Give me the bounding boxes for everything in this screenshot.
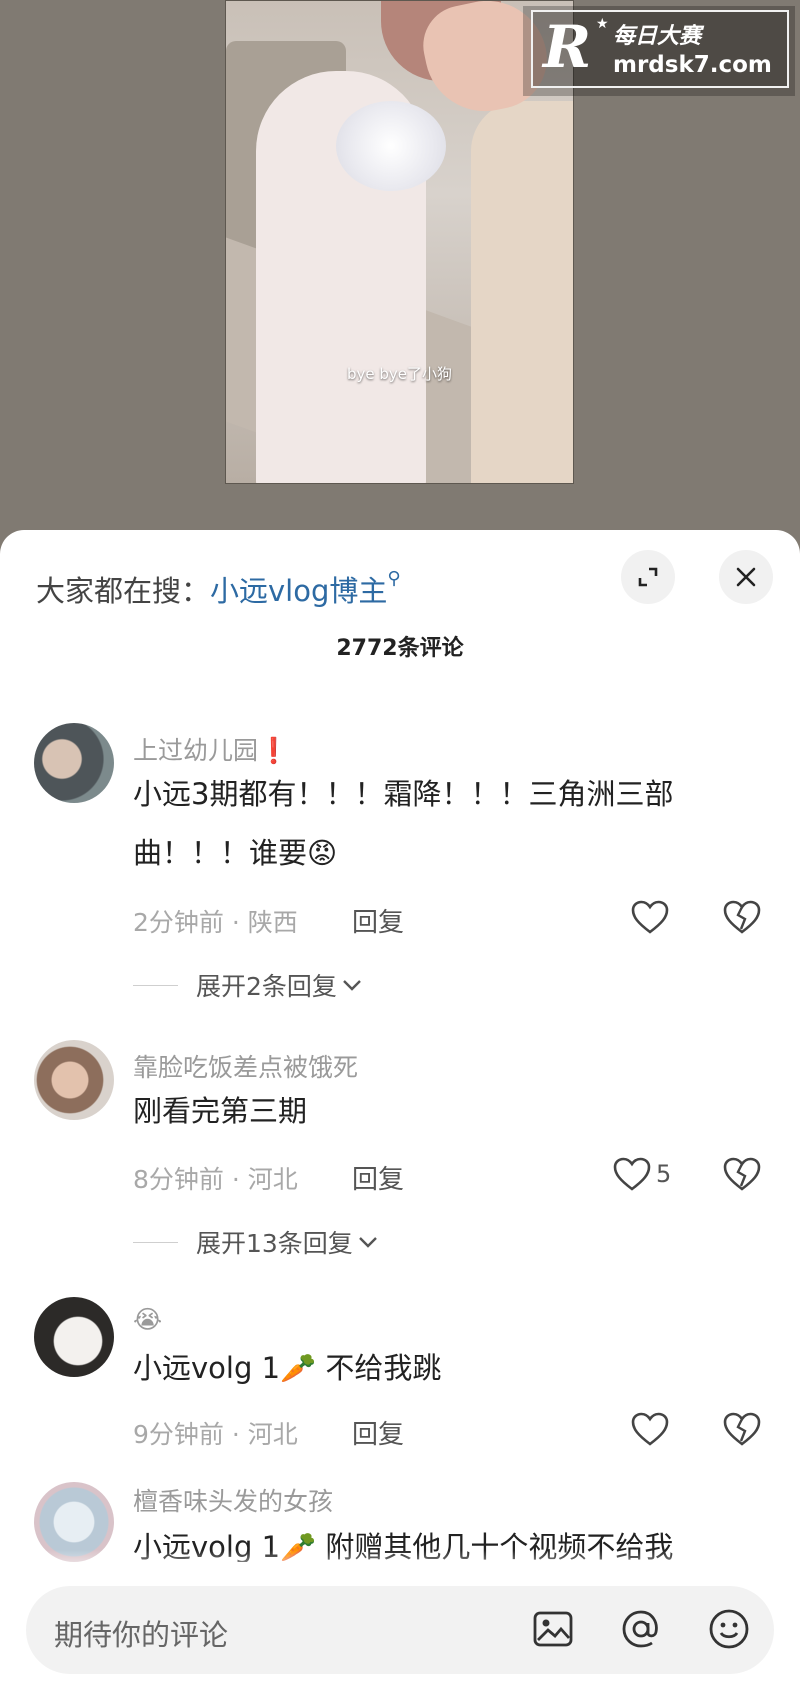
at-icon <box>622 1610 658 1648</box>
image-icon <box>533 1611 573 1647</box>
avatar[interactable] <box>34 1297 114 1377</box>
heart-icon <box>613 1157 651 1191</box>
comment-username[interactable]: 😭 <box>133 1305 162 1334</box>
expand-icon <box>638 567 658 587</box>
avatar[interactable] <box>34 1040 114 1120</box>
dislike-button[interactable] <box>722 1411 762 1451</box>
smiley-icon <box>709 1609 749 1649</box>
broken-heart-icon <box>723 1412 761 1446</box>
avatar[interactable] <box>34 723 114 803</box>
heart-icon <box>631 1412 669 1446</box>
expand-replies-label: 展开13条回复 <box>196 1229 353 1258</box>
dislike-button[interactable] <box>722 1156 762 1196</box>
search-prefix: 大家都在搜： <box>36 574 211 608</box>
heart-icon <box>631 900 669 934</box>
comment-text[interactable]: 小远3期都有！！！霜降！！！三角洲三部曲！！！谁要😡 <box>133 765 713 883</box>
comment-text[interactable]: 小远volg 1🥕 不给我跳 <box>133 1339 713 1398</box>
chevron-down-icon <box>343 980 361 991</box>
reply-button[interactable]: 回复 <box>352 902 404 939</box>
search-keyword[interactable]: 小远vlog博主 <box>210 574 387 608</box>
watermark-letter: R <box>543 13 592 81</box>
comment-sheet: 大家都在搜：小远vlog博主⚲ 2772条评论 上过幼儿园❗ 小远3期都有！！！… <box>0 530 800 1692</box>
video-arm <box>471 101 573 483</box>
mention-button[interactable] <box>618 1606 664 1652</box>
reply-button[interactable]: 回复 <box>352 1159 404 1196</box>
divider-line <box>133 1241 178 1243</box>
expand-replies-button[interactable]: 展开13条回复 <box>133 1224 379 1260</box>
like-button[interactable]: 5 <box>612 1156 671 1192</box>
comment-username[interactable]: 檀香味头发的女孩 <box>133 1482 333 1518</box>
watermark-logo: R ★ 每日大赛 mrdsk7.com <box>523 6 795 96</box>
search-suggestion[interactable]: 大家都在搜：小远vlog博主⚲ <box>36 568 401 610</box>
search-icon: ⚲ <box>387 568 401 589</box>
chevron-down-icon <box>358 1237 377 1248</box>
expand-button[interactable] <box>621 550 675 604</box>
comment-meta: 9分钟前 · 河北 <box>133 1420 298 1449</box>
star-icon: ★ <box>596 16 609 32</box>
comment-meta: 8分钟前 · 河北 <box>133 1165 298 1194</box>
comment-username[interactable]: 上过幼儿园❗ <box>133 731 289 767</box>
comment-meta: 2分钟前 · 陕西 <box>133 908 298 937</box>
watermark-site: mrdsk7.com <box>613 52 772 78</box>
image-button[interactable] <box>530 1606 576 1652</box>
reply-button[interactable]: 回复 <box>352 1414 404 1451</box>
comment-count: 2772条评论 <box>336 636 464 661</box>
comment-input[interactable]: 期待你的评论 <box>26 1586 774 1674</box>
dislike-button[interactable] <box>722 899 762 939</box>
broken-heart-icon <box>723 900 761 934</box>
like-button[interactable] <box>630 899 670 935</box>
emoji-button[interactable] <box>706 1606 752 1652</box>
divider-line <box>133 984 178 986</box>
expand-replies-label: 展开2条回复 <box>196 972 337 1001</box>
video-player[interactable]: bye bye了小狗 R ★ 每日大赛 mrdsk7.com <box>0 0 800 540</box>
comment-input-placeholder: 期待你的评论 <box>54 1618 229 1652</box>
close-icon <box>736 567 756 587</box>
list-fade <box>0 1550 800 1580</box>
comment-username[interactable]: 靠脸吃饭差点被饿死 <box>133 1048 358 1084</box>
like-count: 5 <box>656 1160 672 1188</box>
like-button[interactable] <box>630 1411 670 1447</box>
watermark-text: 每日大赛 <box>613 24 702 49</box>
video-subtitle: bye bye了小狗 <box>346 365 453 383</box>
video-frame[interactable]: bye bye了小狗 <box>225 0 574 484</box>
video-plush-bag <box>336 101 446 191</box>
close-button[interactable] <box>719 550 773 604</box>
broken-heart-icon <box>723 1157 761 1191</box>
expand-replies-button[interactable]: 展开2条回复 <box>133 967 363 1003</box>
comment-text[interactable]: 刚看完第三期 <box>133 1082 713 1141</box>
